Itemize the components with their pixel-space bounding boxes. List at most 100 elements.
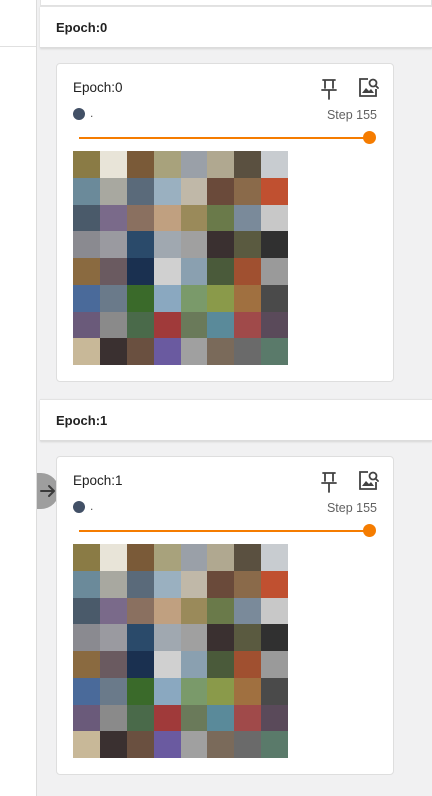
image-tile: [207, 704, 235, 732]
image-tile: [261, 258, 288, 285]
image-tile: [73, 597, 100, 625]
image-tile: [126, 570, 154, 598]
image-tile: [234, 677, 262, 705]
image-tile: [207, 258, 235, 285]
image-tile: [234, 597, 262, 625]
step-slider[interactable]: [79, 130, 376, 146]
image-tile: [234, 177, 262, 205]
image-tile: [99, 231, 127, 258]
image-grid[interactable]: [73, 151, 288, 365]
slider-track: [79, 137, 369, 139]
image-tile: [126, 311, 154, 339]
image-tile: [99, 651, 127, 678]
image-tile: [126, 597, 154, 625]
run-name: .: [90, 106, 94, 120]
image-tile: [73, 704, 100, 732]
arrow-right-icon: [40, 485, 55, 497]
image-tile: [126, 704, 154, 732]
image-tile: [73, 570, 100, 598]
image-tile: [153, 311, 181, 339]
image-tile: [180, 597, 208, 625]
card-title: Epoch:0: [73, 80, 123, 95]
image-tile: [207, 177, 235, 205]
image-tile: [207, 624, 235, 651]
image-grid[interactable]: [73, 544, 288, 758]
image-tile: [99, 597, 127, 625]
image-tile: [126, 151, 154, 178]
slider-thumb[interactable]: [363, 524, 376, 537]
sidebar-divider: [0, 46, 36, 47]
image-tile: [99, 677, 127, 705]
image-search-icon[interactable]: [357, 470, 379, 492]
image-tile: [261, 704, 288, 732]
image-tile: [153, 677, 181, 705]
image-tile: [73, 651, 100, 678]
step-slider[interactable]: [79, 523, 376, 539]
image-tile: [234, 284, 262, 312]
image-tile: [234, 338, 262, 365]
image-tile: [180, 651, 208, 678]
image-tile: [180, 677, 208, 705]
image-tile: [180, 544, 208, 571]
image-tile: [153, 597, 181, 625]
image-tile: [261, 284, 288, 312]
image-tile: [153, 651, 181, 678]
step-label: Step 155: [326, 501, 377, 515]
image-tile: [73, 731, 100, 758]
image-tile: [153, 204, 181, 232]
group-title: Epoch:1: [56, 412, 108, 428]
image-tile: [234, 151, 262, 178]
image-tile: [207, 204, 235, 232]
image-tile: [153, 231, 181, 258]
slider-thumb[interactable]: [363, 131, 376, 144]
pin-icon[interactable]: [319, 78, 339, 100]
image-tile: [261, 731, 288, 758]
pin-icon[interactable]: [319, 471, 339, 493]
image-tile: [261, 624, 288, 651]
image-tile: [207, 597, 235, 625]
image-tile: [261, 651, 288, 678]
slider-track: [79, 530, 369, 532]
image-tile: [126, 731, 154, 758]
image-tile: [126, 338, 154, 365]
image-tile: [99, 151, 127, 178]
group-header-epoch-0[interactable]: Epoch:0: [40, 6, 432, 48]
image-tile: [73, 284, 100, 312]
image-tile: [234, 570, 262, 598]
image-tile: [207, 651, 235, 678]
image-card-epoch-1: Epoch:1 . Step 155: [56, 456, 394, 775]
image-tile: [99, 731, 127, 758]
image-tile: [261, 204, 288, 232]
image-tile: [126, 651, 154, 678]
image-tile: [261, 677, 288, 705]
image-tile: [99, 624, 127, 651]
image-tile: [180, 151, 208, 178]
image-tile: [126, 258, 154, 285]
image-tile: [153, 151, 181, 178]
image-tile: [126, 544, 154, 571]
image-tile: [153, 704, 181, 732]
image-tile: [207, 151, 235, 178]
image-tile: [73, 624, 100, 651]
image-tile: [180, 258, 208, 285]
image-tile: [99, 570, 127, 598]
image-tile: [234, 204, 262, 232]
image-tile: [153, 570, 181, 598]
image-tile: [207, 231, 235, 258]
image-tile: [207, 731, 235, 758]
run-color-dot: [73, 501, 85, 513]
image-tile: [153, 177, 181, 205]
image-tile: [261, 570, 288, 598]
image-tile: [153, 731, 181, 758]
image-tile: [180, 570, 208, 598]
image-tile: [234, 731, 262, 758]
image-tile: [261, 231, 288, 258]
image-tile: [153, 284, 181, 312]
group-header-epoch-1[interactable]: Epoch:1: [40, 399, 432, 441]
image-card-epoch-0: Epoch:0 . Step 155: [56, 63, 394, 382]
image-tile: [234, 704, 262, 732]
image-tile: [234, 651, 262, 678]
image-tile: [73, 311, 100, 339]
image-tile: [234, 311, 262, 339]
image-search-icon[interactable]: [357, 77, 379, 99]
